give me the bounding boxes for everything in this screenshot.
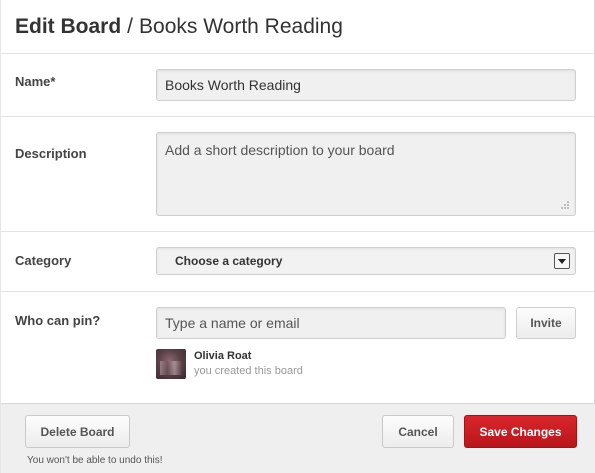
resize-grip-icon[interactable] xyxy=(559,199,569,209)
description-textarea[interactable]: Add a short description to your board xyxy=(156,132,576,216)
collaborator-entry: Olivia Roat you created this board xyxy=(156,349,303,379)
name-input[interactable]: Books Worth Reading xyxy=(156,69,576,101)
avatar xyxy=(156,349,186,379)
dialog-header: Edit Board / Books Worth Reading xyxy=(1,0,594,54)
save-changes-button[interactable]: Save Changes xyxy=(464,415,577,448)
collaborator-input[interactable]: Type a name or email xyxy=(156,307,506,339)
description-label: Description xyxy=(15,146,87,161)
invite-button[interactable]: Invite xyxy=(516,307,576,339)
category-row: Category Choose a category xyxy=(1,232,594,292)
name-label: Name* xyxy=(15,74,56,89)
description-row: Description Add a short description to y… xyxy=(1,117,594,232)
category-selected-value: Choose a category xyxy=(175,254,283,268)
collaborators-row: Who can pin? Type a name or email Invite… xyxy=(1,292,594,404)
edit-board-dialog: Edit Board / Books Worth Reading Name* B… xyxy=(0,0,595,473)
collaborator-text: Olivia Roat you created this board xyxy=(194,350,303,377)
board-name-title: Books Worth Reading xyxy=(139,14,343,38)
cancel-button[interactable]: Cancel xyxy=(382,415,454,448)
description-placeholder: Add a short description to your board xyxy=(165,142,395,158)
who-can-pin-label: Who can pin? xyxy=(15,313,101,328)
dialog-footer: Delete Board You won't be able to undo t… xyxy=(1,404,595,473)
name-row: Name* Books Worth Reading xyxy=(1,54,594,117)
collaborator-note: you created this board xyxy=(194,365,303,377)
dialog-title: Edit Board xyxy=(15,14,122,38)
triangle-down-icon[interactable] xyxy=(554,253,570,269)
delete-warning: You won't be able to undo this! xyxy=(27,455,163,466)
collaborator-name: Olivia Roat xyxy=(194,350,252,362)
delete-board-button[interactable]: Delete Board xyxy=(25,415,130,448)
category-select[interactable]: Choose a category xyxy=(156,247,576,275)
category-label: Category xyxy=(15,253,72,268)
title-separator: / xyxy=(127,14,134,38)
